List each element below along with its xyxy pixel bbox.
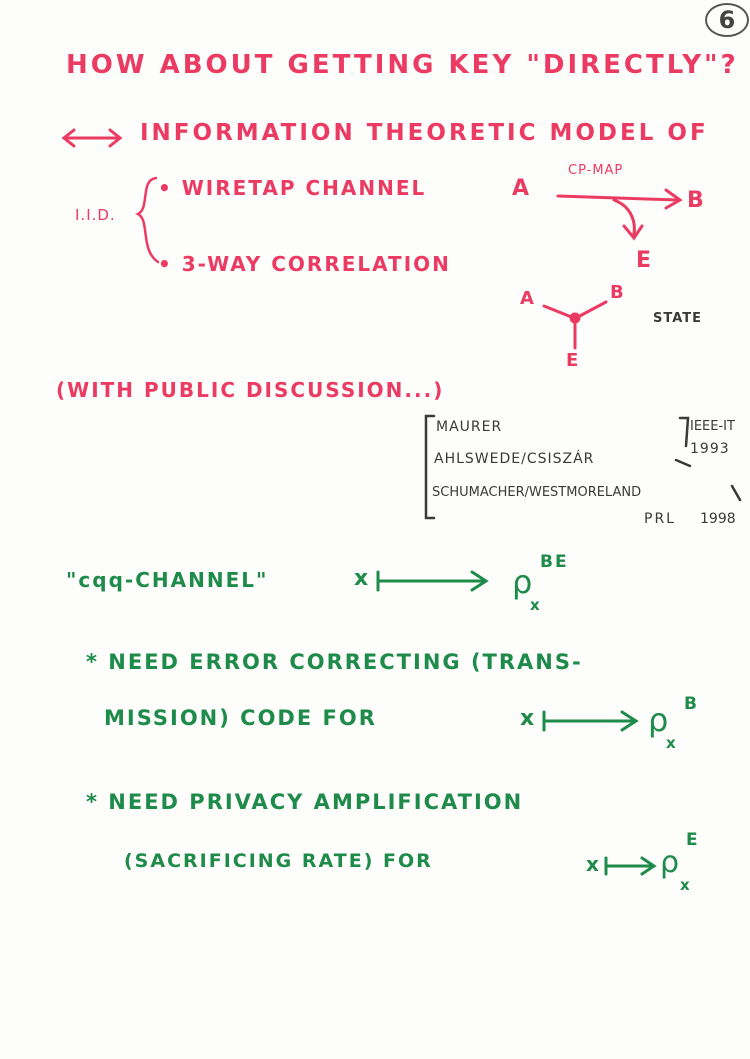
double-arrow-icon	[61, 128, 123, 148]
maps-to-arrow-icon	[376, 570, 489, 592]
curly-brace-icon	[135, 176, 160, 264]
notebook-page: 6 HOW ABOUT GETTING KEY "DIRECTLY"? INFO…	[0, 0, 750, 1059]
wiretap-arrow-icon	[556, 188, 683, 241]
maps-to-arrow-icon-item2	[604, 856, 657, 876]
ink-strokes	[61, 128, 742, 876]
maps-to-arrow-icon-item1	[542, 710, 639, 732]
reference-bracket-icon	[424, 414, 742, 520]
tripartite-state-diagram	[542, 300, 608, 350]
